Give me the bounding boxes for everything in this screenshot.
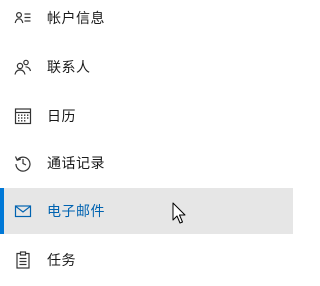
history-icon xyxy=(14,154,32,172)
nav-item-account-info[interactable]: 帐户信息 xyxy=(0,0,293,41)
nav-item-label: 任务 xyxy=(47,253,76,269)
nav-item-email[interactable]: 电子邮件 xyxy=(0,188,293,234)
nav-item-label: 帐户信息 xyxy=(47,11,105,27)
nav-item-label: 联系人 xyxy=(47,60,91,76)
settings-nav-list: 帐户信息 联系人 日历 通话记录 电子邮件 任务 xyxy=(0,0,293,286)
mail-icon xyxy=(14,202,32,220)
account-info-icon xyxy=(14,9,32,27)
clipboard-icon xyxy=(14,251,32,269)
nav-item-label: 日历 xyxy=(47,109,76,125)
nav-item-tasks[interactable]: 任务 xyxy=(0,237,293,283)
people-icon xyxy=(14,58,32,76)
nav-item-label: 通话记录 xyxy=(47,156,105,172)
nav-item-people[interactable]: 联系人 xyxy=(0,44,293,90)
selected-indicator xyxy=(0,188,4,234)
nav-item-calendar[interactable]: 日历 xyxy=(0,93,293,139)
nav-item-call-history[interactable]: 通话记录 xyxy=(0,140,293,186)
calendar-icon xyxy=(14,107,32,125)
nav-item-label: 电子邮件 xyxy=(47,204,105,220)
